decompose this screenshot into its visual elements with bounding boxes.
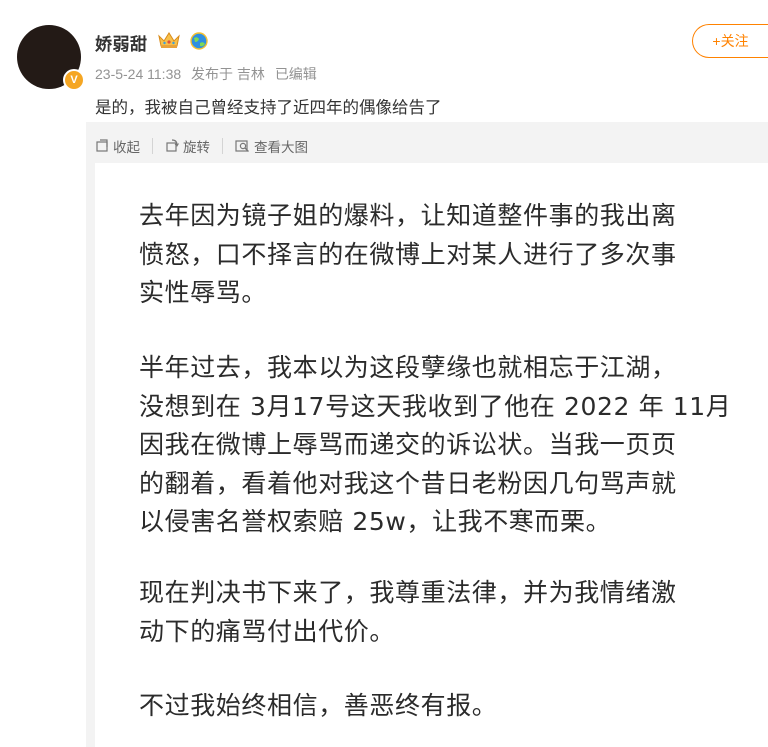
line: 现在判决书下来了，我尊重法律，并为我情绪激 bbox=[139, 578, 677, 607]
view-large-button[interactable]: 查看大图 bbox=[235, 136, 308, 156]
line: 实性辱骂。 bbox=[139, 278, 268, 307]
document-image[interactable]: 去年因为镜子姐的爆料，让知道整件事的我出离 愤怒，口不择言的在微博上对某人进行了… bbox=[95, 163, 768, 747]
follow-button[interactable]: +关注 bbox=[692, 24, 768, 58]
image-toolbar: 收起 旋转 查看大图 bbox=[95, 135, 308, 157]
edited-label[interactable]: 已编辑 bbox=[275, 66, 317, 82]
line: 半年过去，我本以为这段孽缘也就相忘于江湖， bbox=[139, 353, 677, 382]
toolbar-divider bbox=[222, 138, 223, 154]
line: 动下的痛骂付出代价。 bbox=[139, 616, 396, 646]
line: 以侵害名誉权索赔 25w，让我不寒而栗。 bbox=[139, 507, 612, 536]
collapse-icon bbox=[96, 139, 108, 152]
line: 去年因为镜子姐的爆料，让知道整件事的我出离 bbox=[139, 201, 677, 230]
source: 发布于 吉林 bbox=[191, 66, 265, 82]
collapse-label: 收起 bbox=[113, 140, 140, 155]
line: 的翻着，看着他对我这个昔日老粉因几句骂声就 bbox=[139, 468, 677, 498]
timestamp[interactable]: 23-5-24 11:38 bbox=[95, 66, 181, 82]
verified-badge: V bbox=[63, 69, 85, 91]
toolbar-divider bbox=[152, 138, 153, 154]
username[interactable]: 娇弱甜 bbox=[95, 30, 148, 55]
line: 因我在微博上辱骂而递交的诉讼状。当我一页页 bbox=[139, 430, 677, 459]
line: 没想到在 3月17号这天我收到了他在 2022 年 11月 bbox=[139, 391, 732, 421]
paragraph-3: 现在判决书下来了，我尊重法律，并为我情绪激 动下的痛骂付出代价。 bbox=[139, 574, 739, 651]
view-large-icon bbox=[235, 140, 249, 152]
paragraph-4: 不过我始终相信，善恶终有报。 bbox=[139, 687, 739, 726]
line: 不过我始终相信，善恶终有报。 bbox=[139, 691, 498, 720]
post-text: 是的，我被自己曾经支持了近四年的偶像给告了 bbox=[95, 99, 442, 117]
view-large-label: 查看大图 bbox=[254, 140, 308, 155]
paragraph-1: 去年因为镜子姐的爆料，让知道整件事的我出离 愤怒，口不择言的在微博上对某人进行了… bbox=[139, 197, 739, 313]
crown-icon bbox=[158, 32, 180, 48]
post-meta: 23-5-24 11:38 发布于 吉林 已编辑 bbox=[95, 64, 323, 84]
rotate-icon bbox=[166, 139, 179, 152]
rotate-label: 旋转 bbox=[183, 140, 210, 155]
line: 愤怒，口不择言的在微博上对某人进行了多次事 bbox=[139, 239, 677, 269]
paragraph-2: 半年过去，我本以为这段孽缘也就相忘于江湖， 没想到在 3月17号这天我收到了他在… bbox=[139, 349, 739, 542]
globe-icon[interactable] bbox=[190, 32, 208, 50]
collapse-button[interactable]: 收起 bbox=[95, 136, 140, 156]
rotate-button[interactable]: 旋转 bbox=[165, 136, 210, 156]
